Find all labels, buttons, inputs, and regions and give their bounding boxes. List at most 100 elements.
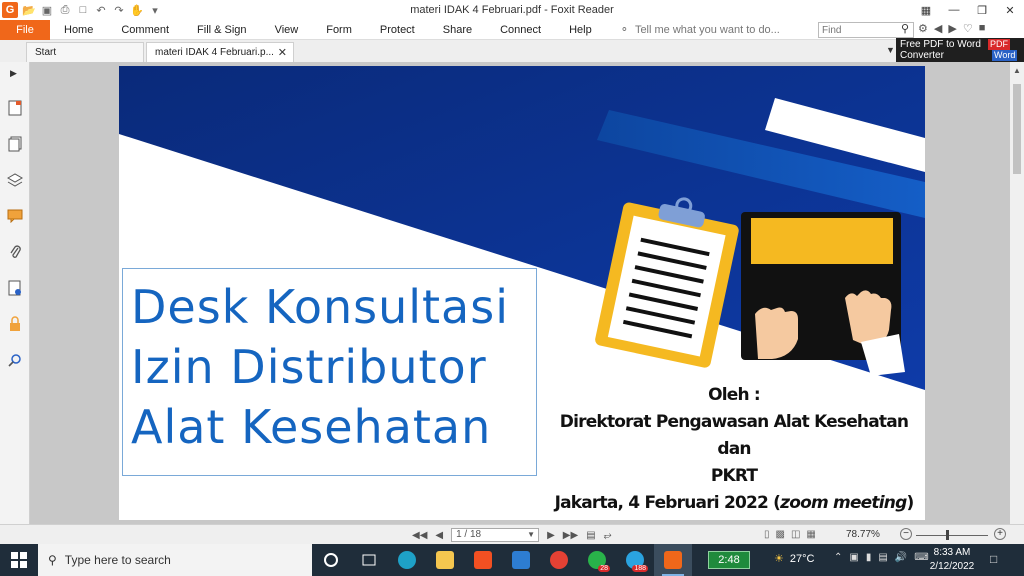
continuous-view-icon[interactable]: ▩	[776, 529, 785, 540]
title-bar: G 📂 ▣ ⎙ □ ↶ ↷ ✋ ▾ materi IDAK 4 Februari…	[0, 0, 1024, 20]
menu-file[interactable]: File	[0, 19, 50, 40]
user-icon[interactable]: ■	[979, 22, 986, 35]
save-icon[interactable]: ▣	[40, 3, 54, 17]
chevron-down-icon[interactable]: ▼	[527, 529, 535, 541]
restore-ribbon-icon[interactable]: ▦	[912, 0, 940, 20]
open-icon[interactable]: 📂	[22, 3, 36, 17]
file-explorer-icon[interactable]	[426, 544, 464, 576]
system-tray: ⌃ ▣ ▮ ▤ 🔊 ⌨	[834, 552, 929, 563]
task-view-icon[interactable]	[350, 544, 388, 576]
tray-chevron-up-icon[interactable]: ⌃	[834, 552, 842, 563]
notification-icon[interactable]: □	[990, 552, 997, 566]
undo-icon[interactable]: ↶	[94, 3, 108, 17]
zoom-track[interactable]	[916, 535, 988, 536]
byline-date-prefix: Jakarta, 4 Februari 2022 (	[554, 493, 781, 513]
fit-page-icon[interactable]: ▤	[586, 530, 595, 541]
store-icon[interactable]	[464, 544, 502, 576]
close-button[interactable]: ✕	[996, 0, 1024, 20]
menu-home[interactable]: Home	[50, 20, 107, 40]
cortana-icon[interactable]	[312, 544, 350, 576]
page-number-field[interactable]: 1 / 18 ▼	[451, 528, 540, 542]
scrollbar-thumb[interactable]	[1013, 84, 1021, 174]
temperature: 27°C	[789, 552, 815, 565]
laptop-icon	[741, 212, 905, 376]
slide-byline: Oleh : Direktorat Pengawasan Alat Keseha…	[549, 382, 919, 517]
search-icon: ⚲	[48, 553, 57, 567]
promo-banner[interactable]: Free PDF to Word Converter PDF Word	[896, 38, 1024, 62]
volume-icon[interactable]: 🔊	[895, 552, 907, 563]
foxit-taskbar-icon[interactable]	[654, 544, 692, 576]
search-panel-icon[interactable]	[7, 352, 23, 368]
taskbar-search[interactable]: ⚲ Type here to search	[38, 544, 312, 576]
single-page-view-icon[interactable]: ▯	[764, 529, 770, 540]
chevron-down-icon[interactable]: ▾	[148, 3, 162, 17]
pages-thumbnail-icon[interactable]	[7, 136, 23, 152]
window-icon[interactable]: □	[76, 3, 90, 17]
slide-title-box: Desk Konsultasi Izin Distributor Alat Ke…	[122, 268, 537, 476]
tab-document[interactable]: materi IDAK 4 Februari.p... ✕	[146, 42, 294, 62]
edge-icon[interactable]	[388, 544, 426, 576]
search-icon[interactable]: ⚲	[901, 22, 909, 35]
tabs-dropdown-icon[interactable]: ▼	[886, 45, 895, 55]
menu-fill-sign[interactable]: Fill & Sign	[183, 20, 261, 40]
zoom-level[interactable]: 78.77%	[846, 529, 880, 540]
forward-icon[interactable]: ▶	[948, 22, 956, 35]
menu-help[interactable]: Help	[555, 20, 606, 40]
menu-protect[interactable]: Protect	[366, 20, 429, 40]
expand-panel-icon[interactable]: ▶	[10, 68, 17, 79]
vertical-scrollbar[interactable]: ▲	[1010, 62, 1024, 524]
rotate-icon[interactable]: ⥂	[604, 530, 612, 541]
menu-form[interactable]: Form	[312, 20, 366, 40]
continuous-facing-view-icon[interactable]: ▦	[806, 529, 815, 540]
start-button[interactable]	[0, 544, 38, 576]
attachment-icon[interactable]	[7, 244, 23, 260]
tell-me-box[interactable]: ⚬ Tell me what you want to do...	[620, 23, 780, 37]
minimize-button[interactable]: —	[940, 0, 968, 20]
tab-start-label: Start	[35, 47, 57, 58]
last-page-icon[interactable]: ▶▶	[563, 530, 578, 541]
comments-icon[interactable]	[7, 208, 23, 224]
tab-start[interactable]: Start	[26, 42, 144, 62]
mail-icon[interactable]	[502, 544, 540, 576]
layers-icon[interactable]	[7, 172, 23, 188]
find-input[interactable]	[818, 22, 914, 38]
zoom-in-icon[interactable]: +	[994, 528, 1006, 540]
telegram-icon[interactable]: 188	[616, 544, 654, 576]
scroll-up-icon[interactable]: ▲	[1013, 66, 1021, 75]
zoom-slider[interactable]: − +	[894, 527, 1012, 543]
menu-connect[interactable]: Connect	[486, 20, 555, 40]
page-icon[interactable]	[7, 100, 23, 116]
menu-share[interactable]: Share	[429, 20, 486, 40]
tray-app-icon[interactable]: ▣	[849, 552, 858, 563]
clock-date: 2/12/2022	[929, 561, 975, 572]
quick-access-toolbar: G 📂 ▣ ⎙ □ ↶ ↷ ✋ ▾	[0, 2, 162, 18]
ribbon-right-icons: ⚙ ◀ ▶ ♡ ■	[918, 22, 985, 35]
taskbar-clock[interactable]: 8:33 AM 2/12/2022	[922, 546, 982, 574]
battery-icon[interactable]: ▮	[866, 552, 872, 563]
zoom-knob[interactable]	[946, 530, 949, 540]
bell-icon[interactable]: ♡	[963, 22, 973, 35]
menu-comment[interactable]: Comment	[107, 20, 183, 40]
first-page-icon[interactable]: ◀◀	[412, 530, 427, 541]
redo-icon[interactable]: ↷	[112, 3, 126, 17]
battery-indicator[interactable]: 2:48	[708, 551, 750, 569]
slide-title-line-1: Desk Konsultasi	[131, 280, 509, 334]
lock-icon[interactable]	[7, 316, 23, 332]
next-page-icon[interactable]: ▶	[547, 530, 555, 541]
promo-pdf-badge: PDF	[988, 39, 1010, 50]
network-icon[interactable]: ▤	[878, 552, 887, 563]
chrome-icon[interactable]	[540, 544, 578, 576]
weather-widget[interactable]: ☀ 27°C	[774, 552, 815, 566]
signature-icon[interactable]	[7, 280, 23, 296]
close-tab-icon[interactable]: ✕	[278, 46, 287, 59]
zoom-out-icon[interactable]: −	[900, 528, 912, 540]
back-icon[interactable]: ◀	[934, 22, 942, 35]
menu-view[interactable]: View	[261, 20, 313, 40]
whatsapp-icon[interactable]: 28	[578, 544, 616, 576]
settings-icon[interactable]: ⚙	[918, 22, 928, 35]
prev-page-icon[interactable]: ◀	[435, 530, 443, 541]
facing-view-icon[interactable]: ◫	[791, 529, 800, 540]
hand-tool-icon[interactable]: ✋	[130, 3, 144, 17]
print-icon[interactable]: ⎙	[58, 3, 72, 17]
maximize-button[interactable]: ❐	[968, 0, 996, 20]
